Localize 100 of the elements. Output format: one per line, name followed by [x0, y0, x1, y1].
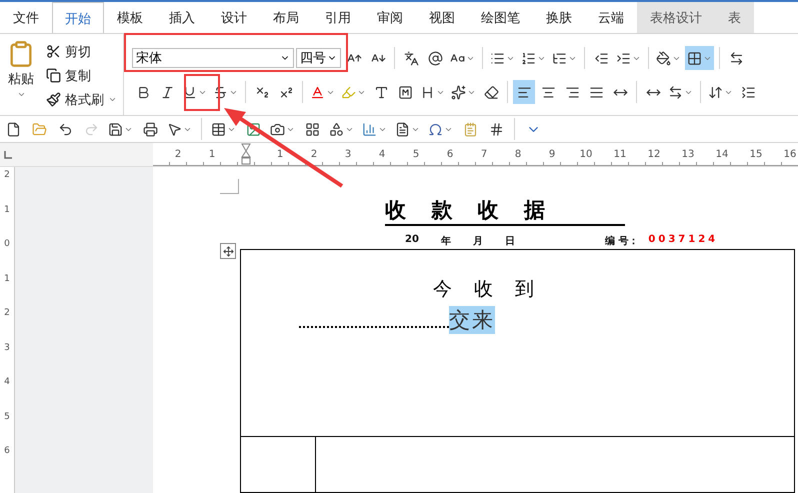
- gallery-icon: [304, 122, 320, 136]
- decrease-indent-icon: [594, 50, 608, 66]
- ruler-number: 2: [310, 148, 318, 160]
- date-field: 年: [440, 234, 451, 248]
- bullet-list-icon: [490, 50, 505, 66]
- ruler-number: 5: [412, 148, 420, 160]
- table-move-handle[interactable]: [220, 243, 236, 259]
- pointer-icon: [167, 122, 182, 136]
- font-name-dropdown[interactable]: 宋体: [132, 48, 294, 68]
- document-title: 收 款 收 据: [385, 196, 625, 226]
- copy-icon: [46, 68, 61, 83]
- omega-icon: [428, 122, 443, 136]
- new-document-icon: [6, 122, 20, 136]
- ruler-number: 11: [612, 148, 628, 160]
- align-left-button[interactable]: [513, 80, 535, 104]
- ruler-number: 3: [344, 148, 352, 160]
- date-field: 月: [472, 234, 483, 248]
- bar-chart-icon: [362, 122, 377, 136]
- notepad-icon: [462, 122, 478, 136]
- phonetic-guide-icon: [404, 50, 418, 66]
- ruler-number: 6: [446, 148, 454, 160]
- justify-icon: [588, 84, 604, 100]
- move-icon: [222, 246, 234, 257]
- highlighter-icon: [341, 84, 356, 100]
- ruler-number: 7: [480, 148, 488, 160]
- character-shading-icon: [374, 84, 388, 100]
- undo-icon: [58, 122, 72, 136]
- ruler-number: 1: [208, 148, 216, 160]
- ruler-number: 3: [4, 342, 10, 354]
- page-corner-mark: [220, 179, 239, 194]
- selected-text: 交来: [449, 306, 495, 334]
- ruler-number: 2: [4, 308, 10, 320]
- annotation-highlight-box: [184, 74, 220, 111]
- camera-icon: [270, 122, 285, 136]
- borders-icon: [687, 50, 702, 66]
- paste-button[interactable]: 粘贴: [4, 38, 38, 115]
- printer-icon: [142, 122, 158, 136]
- ruler-number: 8: [514, 148, 522, 160]
- redo-icon: [84, 122, 98, 136]
- shapes-icon: [329, 122, 344, 136]
- multilevel-list-icon: [552, 50, 567, 66]
- ruler-number: 6: [4, 446, 10, 458]
- hash-icon: [488, 122, 504, 136]
- ruler-number: 1: [4, 204, 10, 216]
- ruler-number: 9: [548, 148, 556, 160]
- ribbon-tab[interactable]: 表格设计: [637, 2, 715, 33]
- paint-bucket-icon: [656, 50, 671, 66]
- ribbon-tab[interactable]: 表: [715, 2, 754, 33]
- enclosed-character-icon: [428, 50, 442, 66]
- align-right-icon: [564, 84, 580, 100]
- folder-icon: [32, 122, 46, 136]
- text-box-icon: [395, 122, 410, 136]
- font-color-icon: [310, 84, 325, 100]
- text-effects-icon: [451, 84, 466, 100]
- ruler-number: 12: [646, 148, 662, 160]
- date-field: 20: [405, 234, 419, 248]
- indent-marker-icon[interactable]: [241, 143, 251, 165]
- borders-button[interactable]: [685, 46, 714, 70]
- table-icon: [211, 122, 226, 136]
- number-label: 编 号：: [604, 234, 638, 248]
- tab-stop-selector-icon[interactable]: [4, 150, 12, 158]
- horizontal-ruler[interactable]: 2 1 1 2 3 4 5 6 7 8 9 10 11 12 13 14 15 16: [153, 143, 798, 166]
- date-field: 日: [504, 234, 515, 248]
- ruler-number: 15: [748, 148, 764, 160]
- numbered-list-icon: [521, 50, 536, 66]
- ruler-number: 16: [782, 148, 798, 160]
- ruler-number: 2: [174, 148, 182, 160]
- ruler-number: 4: [378, 148, 386, 160]
- ruler-number: 0: [4, 239, 10, 251]
- format-painter-button[interactable]: 格式刷: [46, 89, 117, 110]
- received-text: 今 收 到: [433, 276, 540, 302]
- emphasis-mark-icon: [420, 84, 435, 100]
- ruler-number: 4: [4, 377, 10, 389]
- cut-button[interactable]: 剪切: [46, 41, 117, 62]
- character-border-icon: [398, 84, 412, 100]
- eraser-icon: [484, 84, 498, 100]
- font-size-dropdown[interactable]: 四号: [296, 48, 341, 68]
- copy-button[interactable]: 复制: [46, 65, 117, 86]
- ruler-number: 10: [578, 148, 594, 160]
- align-left-icon: [516, 84, 532, 100]
- superscript-icon: [278, 84, 294, 100]
- ruler-number: 2: [4, 170, 10, 182]
- tab-stops-icon: [728, 50, 744, 66]
- increase-indent-icon: [616, 50, 631, 66]
- line-spacing-icon: [708, 84, 723, 100]
- ruler-number: 13: [680, 148, 696, 160]
- italic-icon: [160, 84, 174, 100]
- paragraph-spacing-icon: [740, 84, 756, 100]
- receipt-number: 0037124: [648, 234, 718, 248]
- subscript-icon: [254, 84, 270, 100]
- ruler-number: 14: [714, 148, 730, 160]
- align-center-icon: [540, 84, 556, 100]
- picture-icon: [246, 122, 260, 136]
- dropdown-caret-icon: [16, 90, 26, 99]
- ruler-number: 1: [276, 148, 284, 160]
- text-direction-icon: [668, 84, 683, 100]
- save-icon: [108, 122, 123, 136]
- ruler-number: 1: [4, 274, 10, 286]
- dropdown-caret-icon: [108, 95, 117, 104]
- ribbon-tab[interactable]: 开始: [52, 2, 104, 33]
